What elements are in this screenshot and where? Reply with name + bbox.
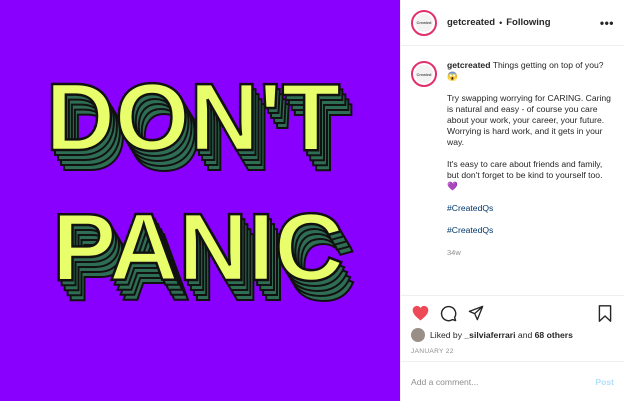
comment-input[interactable] bbox=[411, 376, 596, 387]
liker-avatar[interactable] bbox=[411, 328, 425, 342]
dont-panic-artwork: DON'T DON'T DON'T DON'T DON'T PANIC PANI… bbox=[44, 63, 356, 322]
heart-filled-icon[interactable] bbox=[411, 304, 429, 322]
action-icons bbox=[411, 304, 614, 322]
caption-paragraph-2: It's easy to care about friends and fami… bbox=[447, 159, 603, 191]
post-image[interactable]: DON'T DON'T DON'T DON'T DON'T PANIC PANI… bbox=[0, 0, 400, 401]
caption-avatar-logo: Created bbox=[415, 65, 433, 83]
following-button[interactable]: Following bbox=[506, 17, 550, 28]
likes-summary: Liked by _silviaferrari and 68 others bbox=[411, 328, 614, 342]
comment-icon[interactable] bbox=[439, 304, 457, 322]
actions-section: Liked by _silviaferrari and 68 others JA… bbox=[401, 295, 624, 361]
caption-body: getcreated Things getting on top of you?… bbox=[447, 60, 614, 295]
header-separator: • bbox=[499, 17, 503, 28]
caption-username[interactable]: getcreated bbox=[447, 60, 490, 70]
more-horizontal-icon[interactable]: ••• bbox=[600, 16, 614, 30]
likes-connector: and bbox=[517, 330, 533, 340]
caption-first-line: getcreated Things getting on top of you?… bbox=[447, 60, 614, 82]
line1-text: DON'T bbox=[46, 64, 341, 171]
caption-avatar[interactable]: Created bbox=[411, 61, 437, 87]
post-comment-button[interactable]: Post bbox=[595, 377, 614, 387]
comment-section: Post bbox=[401, 361, 624, 401]
post-sidebar: Created getcreated • Following ••• Creat… bbox=[400, 0, 624, 401]
instagram-post: DON'T DON'T DON'T DON'T DON'T PANIC PANI… bbox=[0, 0, 624, 401]
caption-paragraph-1: Try swapping worrying for CARING. Caring… bbox=[447, 93, 611, 147]
header-username[interactable]: getcreated bbox=[447, 17, 495, 28]
liked-by-prefix: Liked by bbox=[430, 330, 463, 340]
header-avatar[interactable]: Created bbox=[411, 9, 437, 36]
hashtag-link[interactable]: #CreatedQs bbox=[447, 225, 614, 236]
share-icon[interactable] bbox=[467, 304, 485, 322]
bookmark-icon[interactable] bbox=[596, 304, 614, 322]
hashtag-link[interactable]: #CreatedQs bbox=[447, 203, 614, 214]
liker-username[interactable]: _silviaferrari bbox=[464, 330, 515, 340]
likes-others-count[interactable]: 68 others bbox=[535, 330, 573, 340]
post-date[interactable]: JANUARY 22 bbox=[411, 348, 614, 355]
post-header: Created getcreated • Following ••• bbox=[401, 0, 624, 46]
avatar-logo: Created bbox=[415, 13, 433, 32]
caption-section: Created getcreated Things getting on top… bbox=[401, 46, 624, 295]
line2-text: PANIC bbox=[52, 194, 344, 301]
caption-time-ago[interactable]: 34w bbox=[447, 247, 614, 258]
